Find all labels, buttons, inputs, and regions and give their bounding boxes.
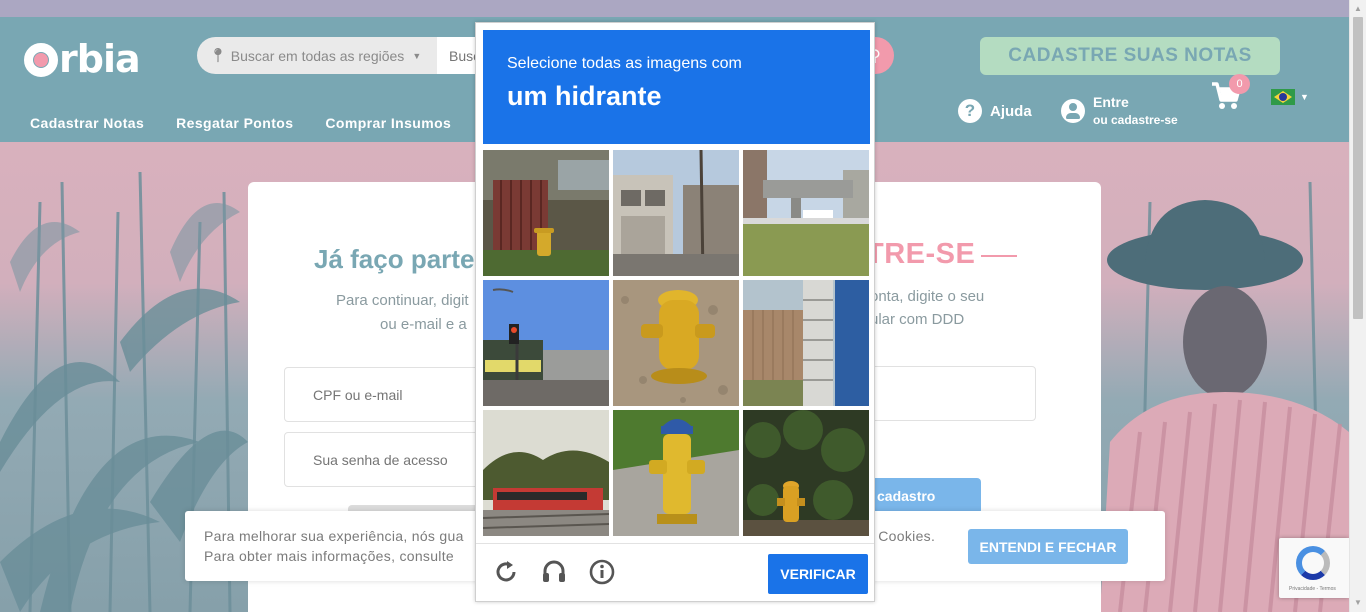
main-nav: Cadastrar Notas Resgatar Pontos Comprar …	[30, 115, 451, 131]
help-label: Ajuda	[990, 102, 1032, 120]
vertical-scrollbar[interactable]: ▲ ▼	[1349, 0, 1366, 612]
caret-down-icon[interactable]: ▼	[1300, 92, 1309, 102]
recaptcha-badge[interactable]: Privacidade - Termos	[1279, 538, 1349, 598]
register-button[interactable]: cadastro	[860, 478, 981, 514]
caret-down-icon: ▼	[412, 50, 422, 61]
login-description: Para continuar, digit	[336, 292, 469, 309]
account-link[interactable]: Entre ou cadastre-se	[1061, 94, 1178, 127]
wooden-fence-and-stairs-image	[743, 280, 869, 406]
cart-count-badge: 0	[1229, 74, 1250, 94]
captcha-tile-3[interactable]	[743, 150, 869, 276]
small-hydrant-by-bushes-image	[743, 410, 869, 536]
recaptcha-logo-icon	[1296, 546, 1330, 580]
yellow-fire-hydrant-closeup-image	[613, 280, 739, 406]
captcha-tile-7[interactable]	[483, 410, 609, 536]
yellow-hydrant-blue-cap-image	[613, 410, 739, 536]
cookie-policy-text: e Cookies.	[866, 528, 936, 544]
register-title-text: TRE-SE	[866, 238, 976, 270]
captcha-tile-6[interactable]	[743, 280, 869, 406]
captcha-tile-9[interactable]	[743, 410, 869, 536]
scroll-up-arrow-icon[interactable]: ▲	[1354, 4, 1362, 13]
nav-item-resgatar-pontos[interactable]: Resgatar Pontos	[176, 115, 293, 131]
top-strip	[0, 0, 1349, 17]
brazil-flag-icon[interactable]	[1271, 89, 1295, 105]
captcha-tile-1[interactable]	[483, 150, 609, 276]
account-line1: Entre	[1093, 94, 1129, 110]
fire-hydrant-near-red-gate-image	[483, 150, 609, 276]
nav-item-comprar-insumos[interactable]: Comprar Insumos	[325, 115, 451, 131]
help-icon: ?	[958, 99, 982, 123]
narrow-residential-street-image	[613, 150, 739, 276]
captcha-tile-2[interactable]	[613, 150, 739, 276]
nav-item-cadastrar-notas[interactable]: Cadastrar Notas	[30, 115, 144, 131]
account-line2: ou cadastre-se	[1093, 113, 1178, 127]
captcha-header: Selecione todas as imagens com um hidran…	[483, 30, 870, 144]
captcha-footer: VERIFICAR	[476, 543, 874, 601]
logo-text: rbia	[59, 37, 141, 81]
elevated-building-walkway-image	[743, 150, 869, 276]
cpf-email-field[interactable]	[284, 367, 484, 422]
location-pin-icon: 📍︎	[209, 47, 227, 63]
captcha-tile-grid	[483, 150, 870, 537]
captcha-target-object: um hidrante	[507, 81, 662, 111]
password-field[interactable]	[284, 432, 484, 487]
info-icon[interactable]	[589, 559, 615, 585]
account-text: Entre ou cadastre-se	[1093, 94, 1178, 127]
scroll-down-arrow-icon[interactable]: ▼	[1354, 598, 1362, 607]
cookie-accept-button[interactable]: ENTENDI E FECHAR	[968, 529, 1128, 564]
recaptcha-badge-text: Privacidade - Termos	[1289, 586, 1336, 592]
region-select[interactable]: 📍︎ Buscar em todas as regiões ▼	[197, 37, 437, 74]
captcha-challenge: Selecione todas as imagens com um hidran…	[475, 22, 875, 602]
captcha-prompt: Selecione todas as imagens com	[507, 55, 742, 72]
title-underline	[981, 255, 1018, 257]
cookie-text-line1: Para melhorar sua experiência, nós gua	[204, 528, 464, 544]
train-tracks-with-bus-image	[483, 410, 609, 536]
verify-button[interactable]: VERIFICAR	[768, 554, 868, 594]
reload-icon[interactable]	[493, 559, 519, 585]
captcha-tile-4[interactable]	[483, 280, 609, 406]
street-with-traffic-light-image	[483, 280, 609, 406]
phone-field[interactable]	[860, 366, 1036, 421]
logo-mark-icon	[24, 43, 58, 77]
help-link[interactable]: ? Ajuda	[958, 99, 1032, 123]
captcha-tile-5[interactable]	[613, 280, 739, 406]
orbia-logo[interactable]: rbia	[24, 37, 141, 81]
scrollbar-thumb[interactable]	[1353, 17, 1363, 319]
cookie-text-line2: Para obter mais informações, consulte	[204, 548, 454, 564]
captcha-tile-8[interactable]	[613, 410, 739, 536]
cadastre-notas-button[interactable]: CADASTRE SUAS NOTAS	[980, 37, 1280, 75]
login-description-line2: ou e-mail e a	[380, 316, 467, 333]
register-title: TRE-SE	[866, 238, 1018, 271]
region-select-label: Buscar em todas as regiões	[230, 47, 405, 64]
user-icon	[1061, 98, 1085, 123]
register-description: onta, digite o seu	[870, 288, 985, 305]
register-description-line2: ular com DDD	[870, 311, 965, 328]
audio-challenge-icon[interactable]	[541, 559, 567, 585]
page: rbia 📍︎ Buscar em todas as regiões ▼ ⚲ C…	[0, 0, 1349, 612]
login-title: Já faço parte	[314, 244, 475, 274]
